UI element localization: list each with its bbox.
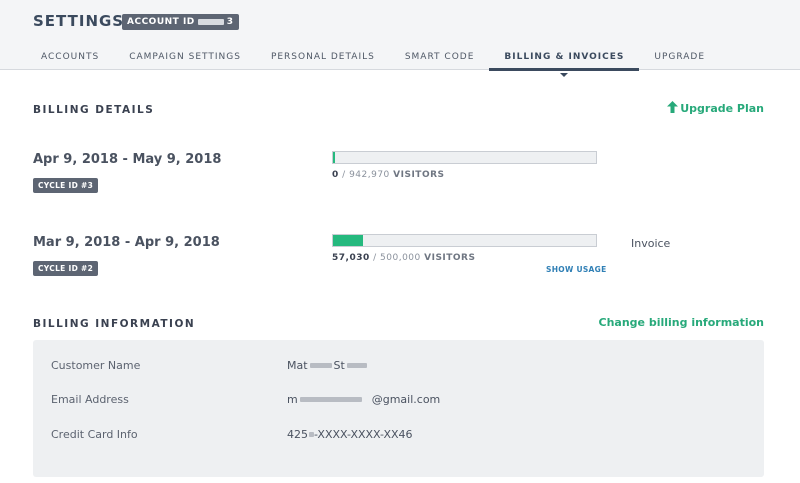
settings-header: SETTINGS ACCOUNT ID 3 ACCOUNTS CAMPAIGN …	[0, 0, 800, 77]
account-id-suffix: 3	[226, 17, 234, 27]
usage-progress-fill	[333, 235, 363, 246]
usage-used: 0	[332, 170, 339, 180]
usage-separator: /	[373, 253, 377, 263]
redacted-text	[309, 363, 332, 368]
account-id-label: ACCOUNT ID	[127, 17, 195, 27]
tab-campaign-settings[interactable]: CAMPAIGN SETTINGS	[114, 44, 256, 70]
usage-limit: 942,970	[349, 170, 390, 180]
usage-separator: /	[342, 170, 346, 180]
email-first: m	[287, 393, 298, 406]
cycle-dates: Apr 9, 2018 - May 9, 2018	[33, 152, 222, 167]
billing-details-title: BILLING DETAILS	[33, 104, 155, 116]
billing-information-title: BILLING INFORMATION	[33, 318, 196, 330]
settings-tabs: ACCOUNTS CAMPAIGN SETTINGS PERSONAL DETA…	[26, 44, 720, 77]
usage-limit: 500,000	[380, 253, 421, 263]
cycle-id-badge: CYCLE ID #2	[33, 261, 99, 276]
credit-card-label: Credit Card Info	[51, 428, 138, 441]
redacted-text	[299, 397, 362, 402]
tab-smart-code[interactable]: SMART CODE	[390, 44, 490, 70]
invoice-link[interactable]: Invoice	[631, 237, 670, 250]
customer-name-value: Mat St	[287, 359, 369, 372]
tab-personal-details[interactable]: PERSONAL DETAILS	[256, 44, 390, 70]
usage-summary: 0 / 942,970 VISITORS	[332, 170, 445, 180]
usage-unit: VISITORS	[424, 253, 476, 263]
email-label: Email Address	[51, 393, 129, 406]
customer-name-first: Mat	[287, 359, 308, 372]
billing-info-panel: Customer Name Mat St Email Address m @gm…	[33, 340, 764, 477]
usage-summary: 57,030 / 500,000 VISITORS	[332, 253, 475, 263]
card-prefix: 425	[287, 428, 308, 441]
change-billing-info-link[interactable]: Change billing information	[599, 316, 764, 329]
usage-progress-fill	[333, 152, 336, 163]
redacted-account-id	[197, 19, 224, 25]
cycle-id-badge: CYCLE ID #3	[33, 178, 99, 193]
email-value: m @gmail.com	[287, 393, 440, 406]
email-domain: @gmail.com	[371, 393, 441, 406]
tab-billing-invoices[interactable]: BILLING & INVOICES	[489, 44, 640, 77]
card-rest: -XXXX-XXXX-XX46	[314, 428, 413, 441]
usage-progress-bar	[332, 151, 597, 164]
customer-name-label: Customer Name	[51, 359, 141, 372]
account-id-badge: ACCOUNT ID 3	[122, 14, 239, 30]
usage-used: 57,030	[332, 253, 370, 263]
usage-unit: VISITORS	[393, 170, 445, 180]
cycle-dates: Mar 9, 2018 - Apr 9, 2018	[33, 235, 220, 250]
credit-card-value: 425 -XXXX-XXXX-XX46	[287, 428, 413, 441]
upgrade-plan-label: Upgrade Plan	[680, 102, 764, 115]
tab-accounts[interactable]: ACCOUNTS	[26, 44, 114, 70]
arrow-up-icon	[667, 101, 679, 113]
usage-progress-bar	[332, 234, 597, 247]
upgrade-plan-link[interactable]: Upgrade Plan	[667, 101, 764, 115]
customer-name-last: St	[333, 359, 345, 372]
redacted-text	[346, 363, 367, 368]
show-usage-link[interactable]: SHOW USAGE	[546, 265, 607, 274]
page-title: SETTINGS	[33, 12, 125, 30]
tab-upgrade[interactable]: UPGRADE	[639, 44, 720, 70]
